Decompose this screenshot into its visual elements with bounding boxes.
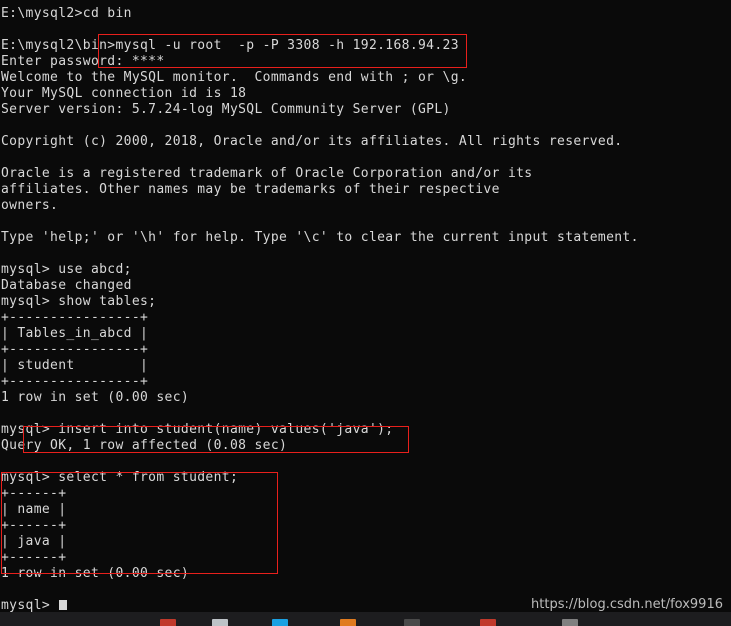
terminal-line: 1 row in set (0.00 sec)	[1, 566, 190, 581]
watermark-text: https://blog.csdn.net/fox9916	[531, 597, 723, 612]
console-window: E:\mysql2>cd bin E:\mysql2\bin>mysql -u …	[0, 0, 731, 626]
terminal-line: owners.	[1, 198, 59, 213]
terminal-line: affiliates. Other names may be trademark…	[1, 182, 500, 197]
terminal-line: mysql> select * from student;	[1, 470, 239, 485]
terminal-line: mysql> show tables;	[1, 294, 157, 309]
taskbar-icon-1[interactable]	[160, 619, 176, 626]
terminal-line: +----------------+	[1, 310, 149, 325]
terminal-line: +------+	[1, 486, 67, 501]
terminal-line: Oracle is a registered trademark of Orac…	[1, 166, 533, 181]
text-cursor	[59, 600, 68, 610]
taskbar-icon-4[interactable]	[340, 619, 356, 626]
terminal-line: mysql> insert into student(name) values(…	[1, 422, 394, 437]
terminal-line: +------+	[1, 518, 67, 533]
terminal-line: | name |	[1, 502, 67, 517]
taskbar-icon-7[interactable]	[562, 619, 578, 626]
terminal-line: +------+	[1, 550, 67, 565]
terminal-line: E:\mysql2>cd bin	[1, 6, 132, 21]
terminal-line: | student |	[1, 358, 149, 373]
terminal-line: | Tables_in_abcd |	[1, 326, 149, 341]
terminal-line: 1 row in set (0.00 sec)	[1, 390, 190, 405]
terminal-output[interactable]: E:\mysql2>cd bin E:\mysql2\bin>mysql -u …	[0, 0, 731, 613]
terminal-line: Database changed	[1, 278, 132, 293]
terminal-line: Server version: 5.7.24-log MySQL Communi…	[1, 102, 451, 117]
terminal-line: +----------------+	[1, 342, 149, 357]
taskbar-icon-5[interactable]	[404, 619, 420, 626]
terminal-line: Enter password: ****	[1, 54, 165, 69]
terminal-line: | java |	[1, 534, 67, 549]
taskbar-icon-6[interactable]	[480, 619, 496, 626]
terminal-line: Welcome to the MySQL monitor. Commands e…	[1, 70, 468, 85]
taskbar-icon-2[interactable]	[212, 619, 228, 626]
terminal-line: Query OK, 1 row affected (0.08 sec)	[1, 438, 288, 453]
terminal-line: E:\mysql2\bin>mysql -u root -p -P 3308 -…	[1, 38, 459, 53]
taskbar-icon-3[interactable]	[272, 619, 288, 626]
taskbar[interactable]	[0, 612, 731, 626]
terminal-line: Copyright (c) 2000, 2018, Oracle and/or …	[1, 134, 623, 149]
terminal-line: +----------------+	[1, 374, 149, 389]
terminal-line: mysql> use abcd;	[1, 262, 132, 277]
terminal-line: Type 'help;' or '\h' for help. Type '\c'…	[1, 230, 639, 245]
terminal-line: Your MySQL connection id is 18	[1, 86, 247, 101]
